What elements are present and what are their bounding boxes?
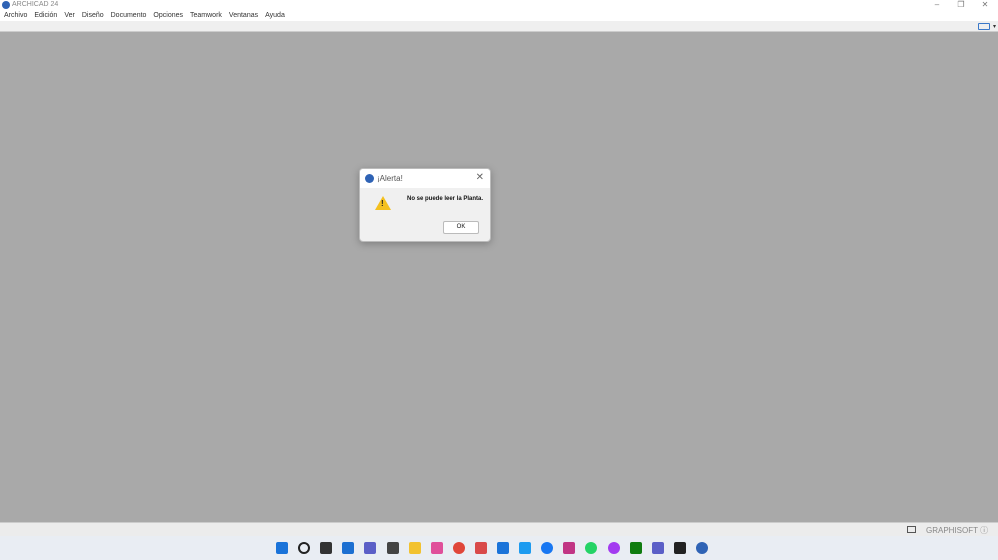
warning-icon: ! [375, 196, 391, 210]
ok-button[interactable]: OK [443, 221, 479, 234]
menu-documento[interactable]: Documento [111, 12, 147, 19]
archicad-logo-icon [365, 174, 374, 183]
alert-dialog: ¡Alerta! ✕ ! No se puede leer la Planta.… [359, 168, 491, 242]
taskbar-chrome-icon[interactable] [452, 542, 465, 554]
taskbar-app-line-icon[interactable] [386, 542, 399, 554]
status-bar: GRAPHISOFT ⓘ [0, 522, 998, 536]
taskbar-task-view-icon[interactable] [320, 542, 333, 554]
taskbar-start-icon[interactable] [276, 542, 288, 554]
taskbar-facebook-icon[interactable] [541, 542, 554, 554]
menu-teamwork[interactable]: Teamwork [190, 12, 222, 19]
taskbar-file-explorer-icon[interactable] [408, 542, 421, 554]
minimize-button[interactable]: – [927, 0, 947, 9]
archicad-logo-icon [2, 1, 10, 9]
menu-archivo[interactable]: Archivo [4, 12, 27, 19]
menu-bar: Archivo Edición Ver Diseño Documento Opc… [0, 10, 998, 21]
dialog-title: ¡Alerta! [377, 174, 403, 183]
dialog-header: ¡Alerta! ✕ [360, 169, 490, 188]
title-bar: ARCHICAD 24 – ❐ ✕ [0, 0, 998, 10]
taskbar [0, 536, 998, 560]
taskbar-snipping-tool-icon[interactable] [474, 542, 487, 554]
maximize-button[interactable]: ❐ [951, 0, 971, 9]
chevron-down-icon[interactable]: ▾ [993, 23, 996, 30]
taskbar-twitter-icon[interactable] [519, 542, 532, 554]
taskbar-app-line-2-icon[interactable] [673, 542, 686, 554]
warning-glyph: ! [381, 199, 384, 208]
window-title: ARCHICAD 24 [12, 1, 59, 8]
workspace-icon[interactable] [978, 23, 990, 30]
taskbar-xbox-icon[interactable] [629, 542, 642, 554]
toolbar: ▾ [0, 21, 998, 32]
dialog-message: No se puede leer la Planta. [407, 196, 484, 202]
menu-opciones[interactable]: Opciones [153, 12, 183, 19]
taskbar-teams-icon[interactable] [651, 542, 664, 554]
menu-diseno[interactable]: Diseño [82, 12, 104, 19]
menu-ver[interactable]: Ver [64, 12, 75, 19]
taskbar-messenger-icon[interactable] [607, 542, 620, 554]
taskbar-whatsapp-icon[interactable] [585, 542, 598, 554]
taskbar-chat-icon[interactable] [364, 542, 377, 554]
window-icon[interactable] [907, 526, 916, 533]
taskbar-archicad-icon[interactable] [695, 542, 708, 554]
close-button[interactable]: ✕ [975, 0, 995, 9]
taskbar-mail-icon[interactable] [497, 542, 509, 554]
graphisoft-brand[interactable]: GRAPHISOFT ⓘ [926, 525, 988, 536]
taskbar-search-icon[interactable] [298, 542, 311, 554]
menu-edicion[interactable]: Edición [34, 12, 57, 19]
taskbar-itunes-icon[interactable] [430, 542, 443, 554]
dialog-close-button[interactable]: ✕ [476, 172, 484, 183]
taskbar-instagram-icon[interactable] [563, 542, 576, 554]
menu-ventanas[interactable]: Ventanas [229, 12, 258, 19]
taskbar-widgets-icon[interactable] [342, 542, 355, 554]
menu-ayuda[interactable]: Ayuda [265, 12, 285, 19]
